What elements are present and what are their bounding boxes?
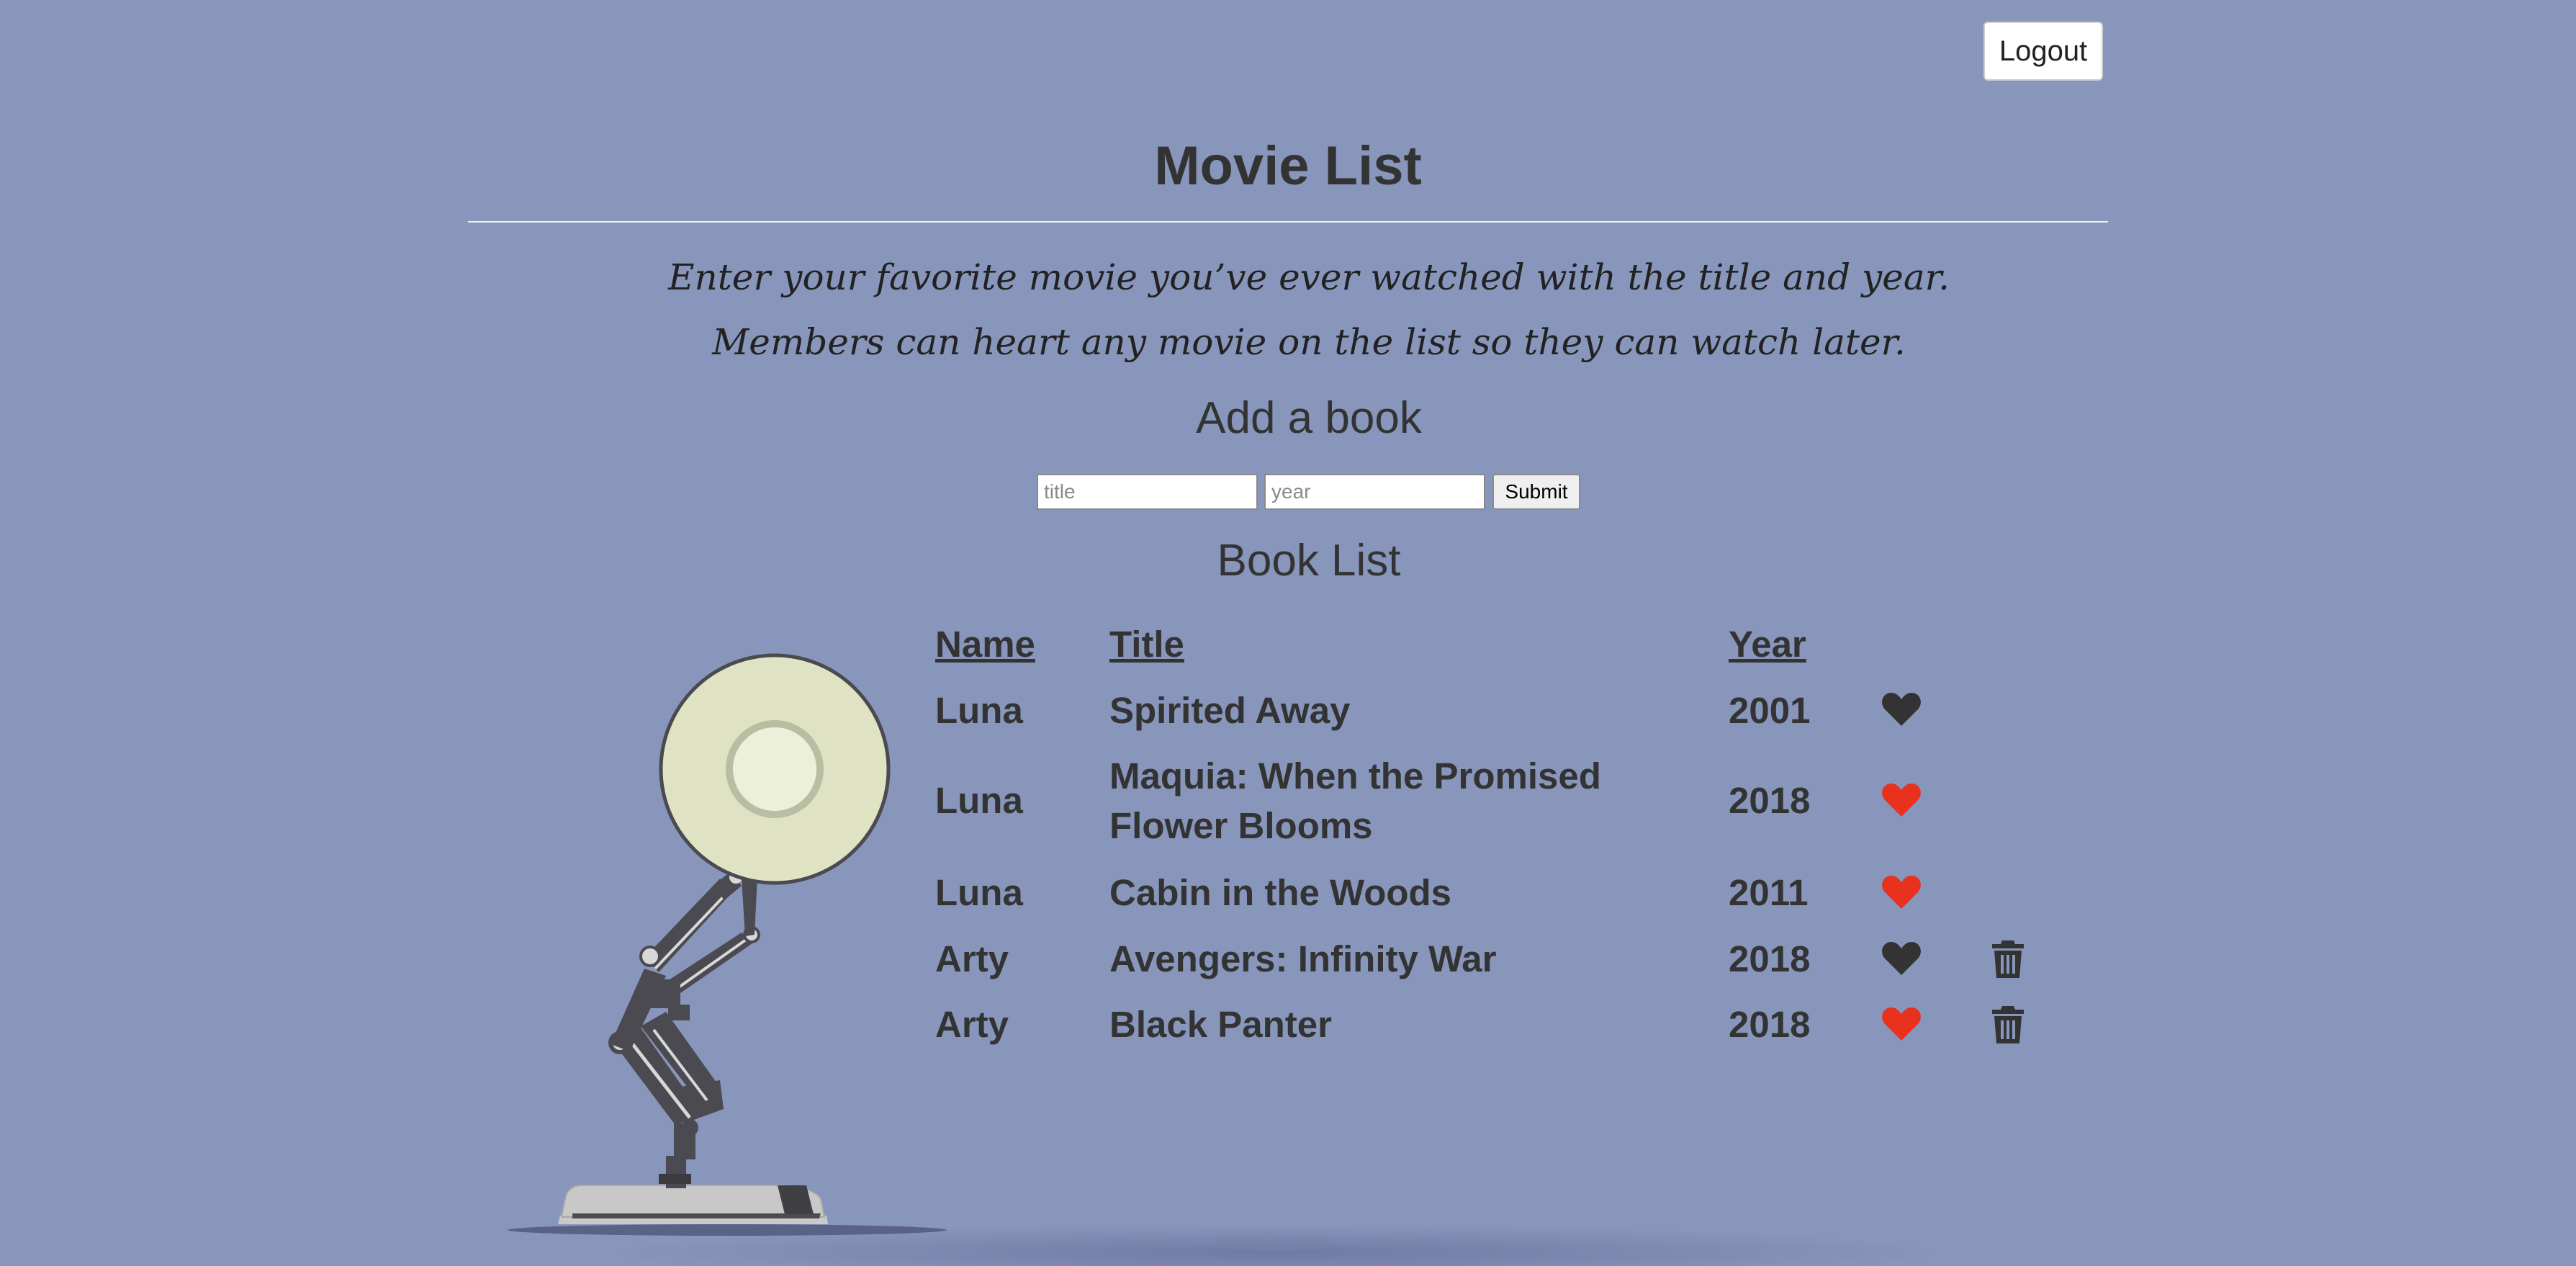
page: Logout Movie List Enter your favorite mo… <box>0 0 2576 1266</box>
column-header-title[interactable]: Title <box>1109 619 1685 669</box>
row-year: 2011 <box>1729 872 1809 913</box>
trash-icon[interactable] <box>1991 1005 2025 1045</box>
title-divider <box>468 221 2108 223</box>
add-book-heading: Add a book <box>1196 393 1422 443</box>
row-name: Luna <box>935 872 1023 913</box>
year-input[interactable] <box>1264 474 1485 510</box>
page-title: Movie List <box>1154 135 1422 197</box>
row-title: Avengers: Infinity War <box>1109 938 1497 979</box>
row-name: Arty <box>935 1004 1009 1045</box>
book-list-heading: Book List <box>1217 536 1401 585</box>
column-header-name[interactable]: Name <box>935 619 1035 669</box>
heart-icon[interactable] <box>1881 940 1922 977</box>
heart-icon[interactable] <box>1881 782 1922 818</box>
row-title: Spirited Away <box>1109 690 1351 731</box>
row-name: Arty <box>935 938 1009 979</box>
row-year: 2018 <box>1729 780 1811 821</box>
row-year: 2018 <box>1729 938 1811 979</box>
row-title: Maquia: When the Promised Flower Blooms <box>1109 755 1601 846</box>
desk-lamp-illustration <box>508 653 947 1236</box>
row-title: Cabin in the Woods <box>1109 872 1452 913</box>
row-name: Luna <box>935 780 1023 821</box>
heart-icon[interactable] <box>1881 691 1922 727</box>
intro-line-1: Enter your favorite movie you’ve ever wa… <box>668 256 1950 298</box>
intro-line-2: Members can heart any movie on the list … <box>712 321 1906 363</box>
row-year: 2018 <box>1729 1004 1811 1045</box>
logout-button[interactable]: Logout <box>1983 22 2103 81</box>
trash-icon[interactable] <box>1991 939 2025 979</box>
row-year: 2001 <box>1729 690 1811 731</box>
row-name: Luna <box>935 690 1023 731</box>
submit-button[interactable]: Submit <box>1492 474 1580 510</box>
heart-icon[interactable] <box>1881 874 1922 910</box>
heart-icon[interactable] <box>1881 1006 1922 1042</box>
column-header-year[interactable]: Year <box>1729 619 1806 669</box>
row-title: Black Panter <box>1109 1004 1332 1045</box>
title-input[interactable] <box>1037 474 1258 510</box>
